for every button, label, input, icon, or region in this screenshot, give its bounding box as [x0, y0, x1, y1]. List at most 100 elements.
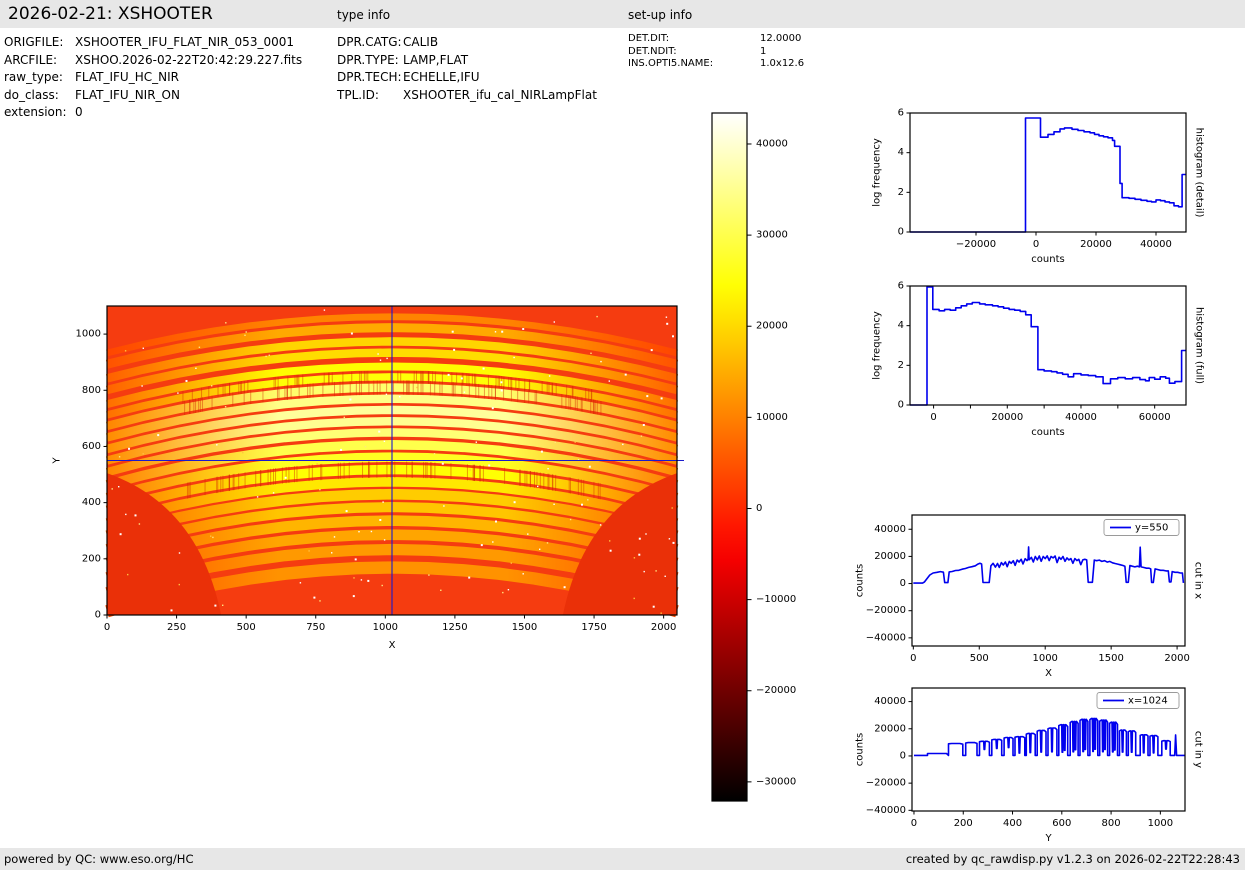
speckle: [361, 579, 362, 580]
x-tick-label: 400: [1003, 818, 1022, 829]
colorbar: 400003000020000100000−10000−20000−30000: [712, 113, 747, 801]
speckle: [638, 554, 640, 556]
info-value: FLAT_IFU_HC_NIR: [75, 70, 179, 84]
speckle: [666, 317, 667, 318]
right-axis-label: histogram (detail): [1194, 128, 1205, 218]
speckle: [609, 540, 610, 541]
x-tick-label: 40000: [1065, 412, 1097, 423]
x-tick-label: 0: [930, 412, 936, 423]
speckle: [541, 451, 543, 453]
info-label: ORIGFILE:: [4, 34, 75, 52]
speckle: [313, 597, 315, 599]
speckle: [257, 496, 258, 497]
speckle: [399, 396, 400, 397]
type-info-block: DPR.CATG:CALIB DPR.TYPE:LAMP,FLAT DPR.TE…: [337, 34, 597, 104]
speckle: [661, 613, 662, 614]
y-tick-label: 0: [900, 578, 906, 589]
x-tick-label: 1250: [442, 622, 467, 633]
colorbar-canvas: 400003000020000100000−10000−20000−30000: [712, 113, 747, 801]
axes-frame: [910, 286, 1186, 405]
speckle: [300, 582, 301, 583]
page-title: 2026-02-21: XSHOOTER: [8, 0, 213, 28]
speckle: [242, 452, 243, 453]
info-label: DET.NDIT:: [628, 46, 760, 59]
speckle: [143, 453, 144, 454]
main-image-canvas: 0250500750100012501500175020000200400600…: [107, 306, 677, 615]
y-tick-label: 20000: [874, 723, 906, 734]
speckle: [537, 486, 538, 487]
speckle: [483, 368, 485, 370]
x-tick-label: 1000: [1148, 818, 1173, 829]
x-tick-label: 2000: [651, 622, 676, 633]
speckle: [523, 573, 524, 574]
speckle: [651, 349, 653, 351]
x-axis-label: X: [389, 640, 396, 651]
y-tick-label: 4: [898, 320, 904, 331]
data-curve: [913, 547, 1183, 583]
speckle: [527, 533, 528, 534]
speckle: [589, 466, 591, 468]
colorbar-tick-label: −10000: [756, 594, 796, 605]
speckle: [590, 353, 591, 354]
speckle: [367, 580, 369, 582]
y-tick-label: 2: [898, 187, 904, 198]
setup-info-block: DET.DIT:12.0000 DET.NDIT:1 INS.OPTI5.NAM…: [628, 33, 804, 71]
colorbar-tick-label: −30000: [756, 776, 796, 787]
right-axis-label: cut in y: [1193, 731, 1204, 768]
speckle: [581, 504, 583, 506]
speckle: [216, 444, 217, 445]
speckle: [587, 499, 588, 500]
speckle: [522, 328, 524, 330]
y-tick-label: 0: [898, 400, 904, 411]
file-info-block: ORIGFILE:XSHOOTER_IFU_FLAT_NIR_053_0001 …: [4, 34, 302, 122]
info-value: XSHOOTER_IFU_FLAT_NIR_053_0001: [75, 35, 294, 49]
histogram-detail-plot: −20000020000400000246countslog frequency…: [910, 113, 1186, 232]
speckle: [125, 350, 126, 351]
speckle: [461, 377, 463, 379]
speckle: [511, 562, 512, 563]
info-label: do_class:: [4, 87, 75, 105]
speckle: [373, 384, 374, 385]
speckle: [653, 606, 655, 608]
speckle: [547, 468, 548, 469]
x-tick-label: 40000: [1140, 239, 1172, 250]
y-tick-label: 0: [900, 750, 906, 761]
axes-frame: [910, 113, 1186, 232]
x-axis-label: counts: [1031, 427, 1064, 438]
y-axis-label: log frequency: [872, 138, 883, 207]
x-tick-label: 20000: [991, 412, 1023, 423]
speckle: [358, 531, 359, 532]
speckle: [549, 375, 550, 376]
speckle: [416, 387, 417, 388]
speckle: [177, 392, 178, 393]
y-tick-label: 0: [95, 610, 101, 621]
speckle: [371, 531, 372, 532]
y-tick-label: 400: [82, 497, 101, 508]
speckle: [199, 347, 200, 348]
speckle: [443, 505, 444, 506]
colorbar-tick-label: 30000: [756, 230, 788, 241]
info-label: DPR.TYPE:: [337, 52, 403, 70]
info-value: LAMP,FLAT: [403, 53, 468, 67]
data-curve: [914, 718, 1185, 755]
info-value: ECHELLE,IFU: [403, 70, 480, 84]
info-label: DPR.CATG:: [337, 34, 403, 52]
x-tick-label: 0: [911, 818, 917, 829]
speckle: [553, 504, 554, 505]
x-axis-label: X: [1045, 668, 1052, 679]
y-tick-label: 2: [898, 360, 904, 371]
speckle: [212, 537, 213, 538]
y-tick-label: 600: [82, 441, 101, 452]
x-tick-label: 1500: [512, 622, 537, 633]
x-tick-label: −20000: [956, 239, 996, 250]
speckle: [143, 348, 144, 349]
info-row: raw_type:FLAT_IFU_HC_NIR: [4, 69, 302, 87]
y-tick-label: 20000: [874, 551, 906, 562]
info-value: 1: [760, 46, 766, 57]
speckle: [646, 395, 648, 397]
speckle: [645, 533, 646, 534]
info-row: DPR.CATG:CALIB: [337, 34, 597, 52]
y-tick-label: 200: [82, 553, 101, 564]
speckle: [434, 453, 435, 454]
speckle: [513, 357, 514, 358]
